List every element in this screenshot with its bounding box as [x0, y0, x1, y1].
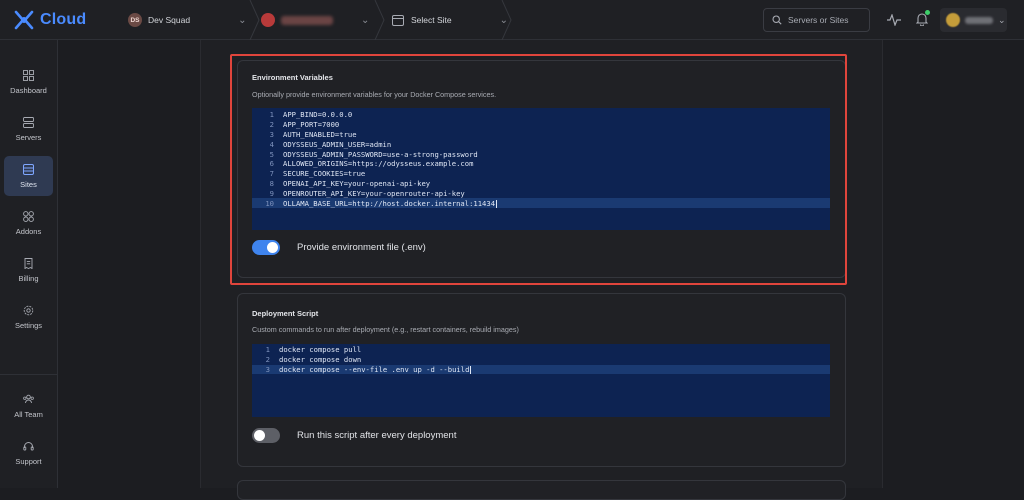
code-text: docker compose down [279, 355, 362, 365]
code-text: docker compose pull [279, 345, 362, 355]
dashboard-icon [23, 69, 34, 81]
toggle-knob [254, 430, 265, 441]
search-input[interactable] [788, 15, 868, 25]
sidebar-item-label: Dashboard [10, 85, 47, 95]
sidebar-item-label: Addons [15, 226, 42, 236]
sites-icon [23, 163, 34, 175]
brand-name: Cloud [40, 11, 87, 28]
code-line: 2 docker compose down [265, 355, 362, 365]
site-selector[interactable]: Select Site ⌄ [392, 0, 508, 40]
card-title: Deployment Script [252, 309, 319, 318]
server-avatar [261, 13, 275, 27]
card-description: Custom commands to run after deployment … [252, 325, 519, 334]
run-script-toggle[interactable] [252, 428, 280, 443]
logo[interactable]: Cloud [12, 9, 86, 31]
sidebar-item-dashboard[interactable]: Dashboard [4, 62, 53, 102]
breadcrumb-separator [374, 0, 385, 40]
support-icon [23, 441, 34, 450]
sidebar-item-settings[interactable]: Settings [4, 297, 53, 337]
avatar [946, 13, 960, 27]
sidebar-item-sites[interactable]: Sites [4, 156, 53, 196]
activity-icon[interactable] [887, 14, 901, 26]
server-selector[interactable]: ⌄ [261, 0, 369, 40]
site-label: Select Site [411, 15, 452, 25]
workspace-name: Dev Squad [148, 15, 191, 25]
sidebar-item-billing[interactable]: Billing [4, 250, 53, 290]
code-text: docker compose --env-file .env up -d --b… [279, 364, 470, 374]
sidebar: Dashboard Servers Sites Addons Billing S… [0, 40, 58, 488]
billing-icon [24, 257, 33, 269]
deployment-script-card: Deployment Script Custom commands to run… [237, 293, 846, 467]
toggle-label: Run this script after every deployment [297, 430, 457, 441]
sidebar-item-label: Support [15, 456, 42, 466]
search-icon [772, 15, 782, 25]
sidebar-item-label: All Team [14, 409, 43, 419]
top-bar: Cloud DS Dev Squad ⌄ ⌄ Select Site ⌄ Ser… [0, 0, 1024, 40]
highlight-box [230, 54, 847, 285]
text-cursor [470, 365, 472, 374]
code-line: 1 docker compose pull [265, 345, 362, 355]
breadcrumb-separator [249, 0, 260, 40]
sidebar-item-addons[interactable]: Addons [4, 203, 53, 243]
notification-dot [925, 10, 930, 15]
sidebar-item-label: Billing [18, 273, 39, 283]
code-line-current: 3 docker compose --env-file .env up -d --… [252, 364, 830, 375]
workspace-selector[interactable]: DS Dev Squad ⌄ [128, 0, 246, 40]
sidebar-item-label: Servers [15, 132, 42, 142]
chevron-down-icon: ⌄ [998, 14, 1006, 25]
servers-icon [23, 116, 34, 128]
sidebar-item-support[interactable]: Support [4, 433, 53, 473]
sidebar-item-all-team[interactable]: All Team [4, 386, 53, 426]
run-script-toggle-row: Run this script after every deployment [252, 428, 456, 443]
sidebar-item-servers[interactable]: Servers [4, 109, 53, 149]
global-search[interactable] [763, 8, 870, 32]
user-name-redacted [965, 16, 993, 24]
addons-icon [23, 210, 34, 222]
deploy-script-editor[interactable]: 1 docker compose pull 2 docker compose dow… [252, 344, 830, 417]
settings-icon [23, 305, 34, 315]
cloud-logo-icon [14, 10, 34, 30]
sidebar-item-label: Sites [20, 179, 37, 189]
chevron-down-icon: ⌄ [361, 14, 370, 26]
sidebar-item-label: Settings [14, 320, 43, 330]
team-icon [23, 394, 34, 403]
next-card [237, 480, 846, 500]
user-menu[interactable]: ⌄ [940, 8, 1007, 32]
sidebar-divider [0, 374, 58, 375]
breadcrumb-separator [501, 0, 512, 40]
server-name-redacted [281, 15, 333, 25]
chevron-down-icon: ⌄ [238, 14, 247, 26]
workspace-badge: DS [128, 13, 142, 27]
site-icon [392, 14, 404, 26]
